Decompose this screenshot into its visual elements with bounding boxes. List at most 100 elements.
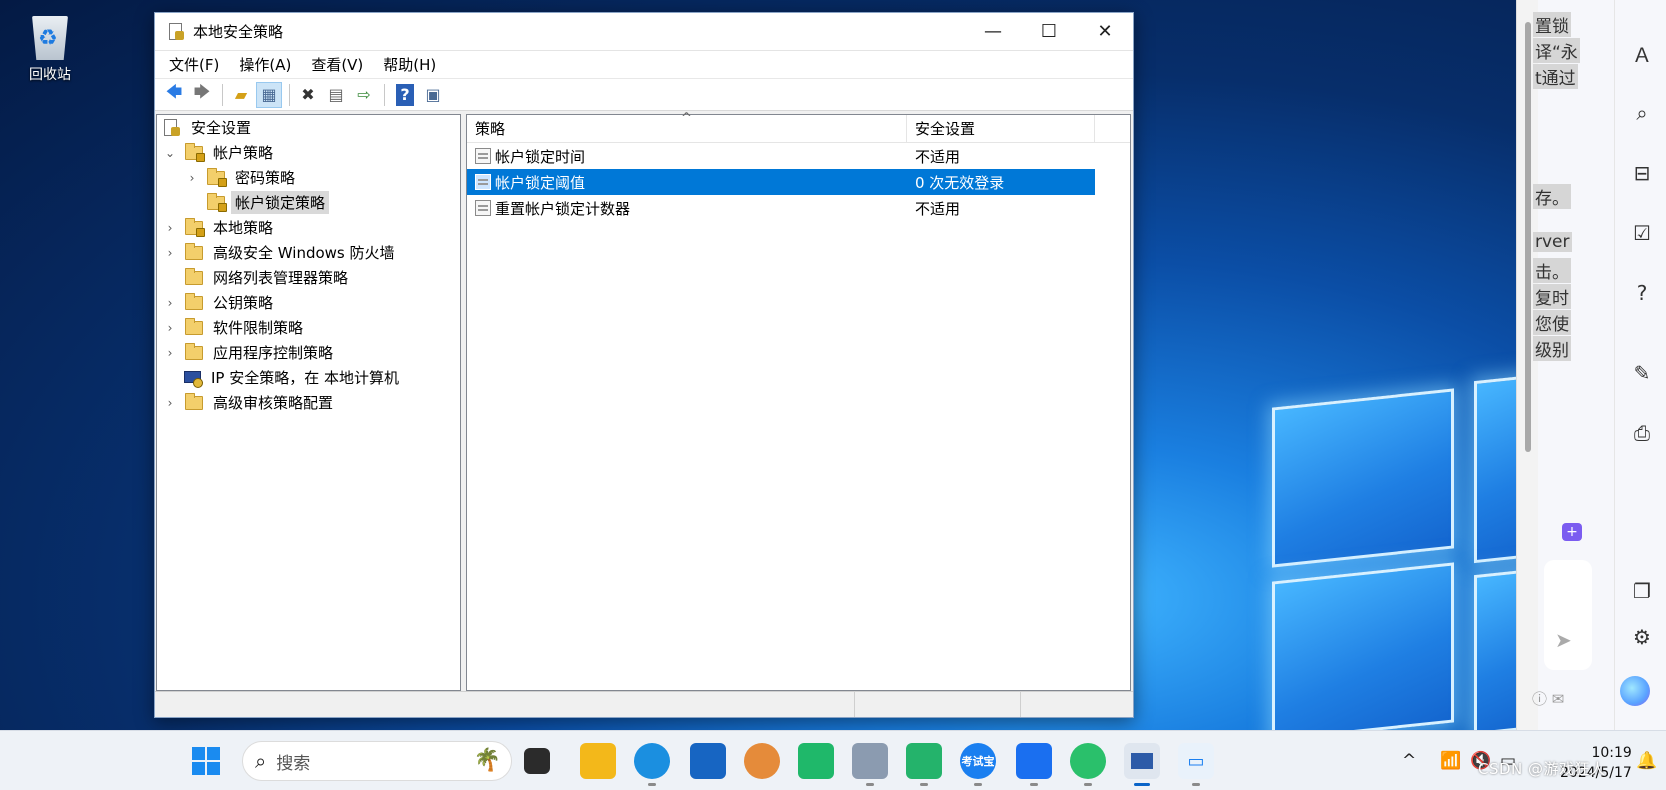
toolbar: 🡄 🡆 ▰ ▦ ✖ ▤ ⇨ ? ▣	[155, 79, 1133, 111]
tree-item-security-settings[interactable]: 安全设置	[157, 115, 460, 140]
folder-lock-icon	[207, 192, 227, 212]
screen-capture-icon[interactable]	[906, 743, 942, 786]
minimize-button[interactable]: —	[965, 13, 1021, 51]
menu-view[interactable]: 查看(V)	[303, 52, 371, 77]
scan-text-icon[interactable]: ⊟	[1629, 160, 1655, 186]
tree-item-account-lockout-policy[interactable]: 帐户锁定策略	[157, 190, 460, 215]
policy-cell: 帐户锁定阈值	[467, 172, 907, 193]
menu-help[interactable]: 帮助(H)	[375, 52, 444, 77]
table-row[interactable]: 重置帐户锁定计数器 不适用	[467, 195, 1130, 221]
help-icon[interactable]: ?	[396, 83, 414, 106]
chevron-right-icon[interactable]: ›	[163, 246, 177, 260]
table-row[interactable]: 帐户锁定时间 不适用	[467, 143, 1130, 169]
back-icon[interactable]: 🡄	[161, 82, 187, 108]
store-icon[interactable]	[690, 743, 726, 779]
chevron-right-icon[interactable]: ›	[163, 346, 177, 360]
paint-icon[interactable]	[744, 743, 780, 779]
task-view-icon[interactable]	[524, 748, 550, 774]
tree-item-account-policy[interactable]: ⌄ 帐户策略	[157, 140, 460, 165]
feishu-icon[interactable]	[1016, 743, 1052, 786]
remote-desktop-icon[interactable]: ▭	[1178, 743, 1214, 786]
toolbar-divider	[222, 83, 223, 106]
kaoshibao-app-icon[interactable]: 考试宝	[960, 743, 996, 786]
tree-item-firewall[interactable]: › 高级安全 Windows 防火墙	[157, 240, 460, 265]
translate-icon[interactable]: Ａ	[1629, 40, 1655, 67]
copy-icon[interactable]: ❐	[1629, 578, 1655, 604]
forward-icon[interactable]: 🡆	[189, 82, 215, 108]
tree-pane[interactable]: 安全设置 ⌄ 帐户策略 › 密码策略 帐户锁定策略 › 本地策略 › 高级安全 …	[156, 114, 461, 691]
folder-icon	[185, 267, 203, 285]
action-pane-icon[interactable]: ▣	[420, 82, 446, 108]
maximize-button[interactable]: ☐	[1021, 13, 1077, 51]
chat-input-box[interactable]	[1544, 560, 1592, 670]
file-explorer-icon[interactable]	[580, 743, 616, 779]
column-header-setting[interactable]: 安全设置	[907, 114, 1095, 143]
tree-item-ipsec[interactable]: IP 安全策略，在 本地计算机	[157, 365, 460, 390]
user-avatar[interactable]	[1620, 676, 1650, 706]
scrollbar-thumb[interactable]	[1525, 22, 1531, 452]
shopping-bag-icon[interactable]	[798, 743, 834, 779]
title-bar[interactable]: 本地安全策略 — ☐ ✕	[155, 13, 1133, 51]
side-text-snippet: 译“永	[1533, 38, 1580, 63]
tree-item-software-restriction[interactable]: › 软件限制策略	[157, 315, 460, 340]
folder-icon	[185, 317, 203, 335]
add-chat-icon[interactable]: +	[1562, 523, 1582, 541]
chevron-down-icon[interactable]: ⌄	[163, 146, 177, 160]
tree-item-label: 应用程序控制策略	[213, 344, 334, 362]
chevron-right-icon[interactable]: ›	[163, 296, 177, 310]
export-list-icon[interactable]: ⇨	[351, 82, 377, 108]
chevron-right-icon[interactable]: ›	[163, 321, 177, 335]
tree-item-label: 网络列表管理器策略	[213, 269, 349, 287]
properties-icon[interactable]: ▤	[323, 82, 349, 108]
security-policy-taskbar-icon[interactable]	[1124, 743, 1160, 786]
tree-item-app-control[interactable]: › 应用程序控制策略	[157, 340, 460, 365]
settings-icon[interactable]: ⚙	[1629, 624, 1655, 650]
tree-item-public-key[interactable]: › 公钥策略	[157, 290, 460, 315]
policy-icon	[475, 174, 491, 190]
help-icon[interactable]: ?	[1629, 280, 1655, 306]
tree-item-audit[interactable]: › 高级审核策略配置	[157, 390, 460, 415]
help-mail-icons[interactable]: ⓘ ✉	[1532, 688, 1564, 709]
up-folder-icon[interactable]: ▰	[228, 82, 254, 108]
chevron-right-icon[interactable]: ›	[163, 221, 177, 235]
wechat-icon[interactable]	[1070, 743, 1106, 786]
task-check-icon[interactable]: ☑	[1629, 220, 1655, 246]
table-row-selected[interactable]: 帐户锁定阈值 0 次无效登录	[467, 169, 1095, 195]
archive-app-icon[interactable]	[852, 743, 888, 786]
delete-icon[interactable]: ✖	[295, 82, 321, 108]
side-text-snippet: t通过	[1533, 64, 1578, 89]
close-button[interactable]: ✕	[1077, 13, 1133, 51]
wallpaper-pane	[1474, 568, 1516, 730]
edge-browser-icon[interactable]	[634, 743, 670, 786]
tray-overflow-icon[interactable]: ^	[1402, 731, 1416, 790]
search-icon[interactable]: ⌕	[1629, 100, 1655, 126]
tree-item-local-policy[interactable]: › 本地策略	[157, 215, 460, 240]
menu-action[interactable]: 操作(A)	[231, 52, 299, 77]
app-label: 考试宝	[961, 755, 995, 768]
tree-item-password-policy[interactable]: › 密码策略	[157, 165, 460, 190]
notification-bell-icon[interactable]: 🔔	[1636, 731, 1657, 790]
start-button[interactable]	[192, 747, 220, 775]
recycle-bin-icon	[28, 10, 72, 60]
toolbar-divider	[289, 83, 290, 106]
chevron-right-icon[interactable]: ›	[163, 396, 177, 410]
menu-file[interactable]: 文件(F)	[161, 52, 227, 77]
tree-item-network-list[interactable]: 网络列表管理器策略	[157, 265, 460, 290]
tree-item-label: 密码策略	[235, 169, 296, 187]
recycle-bin[interactable]: 回收站	[14, 10, 86, 84]
brush-icon[interactable]: ✎	[1629, 360, 1655, 386]
side-scrollbar[interactable]	[1516, 0, 1538, 730]
sort-ascending-icon: ^	[681, 111, 692, 126]
send-icon[interactable]: ➤	[1555, 628, 1572, 652]
show-hide-tree-icon[interactable]: ▦	[256, 81, 282, 108]
taskbar: ⌕ 搜索 🌴 考试宝 ▭ ^ 📶 🔇 ▭ 10:19 2024/5/17 🔔	[0, 730, 1666, 790]
wallpaper-pane	[1272, 388, 1454, 568]
wifi-icon[interactable]: 📶	[1440, 731, 1461, 790]
list-pane[interactable]: ^ 策略 安全设置 帐户锁定时间 不适用 帐户锁定阈值 0 次无效登录 重置帐户…	[466, 111, 1131, 691]
folder-icon	[185, 242, 203, 260]
menu-bar: 文件(F) 操作(A) 查看(V) 帮助(H)	[155, 51, 1133, 79]
windows-logo-icon	[192, 747, 205, 760]
pdf-icon[interactable]: ⎙	[1629, 420, 1655, 446]
taskbar-search-box[interactable]: ⌕ 搜索 🌴	[242, 741, 512, 781]
chevron-right-icon[interactable]: ›	[185, 171, 199, 185]
